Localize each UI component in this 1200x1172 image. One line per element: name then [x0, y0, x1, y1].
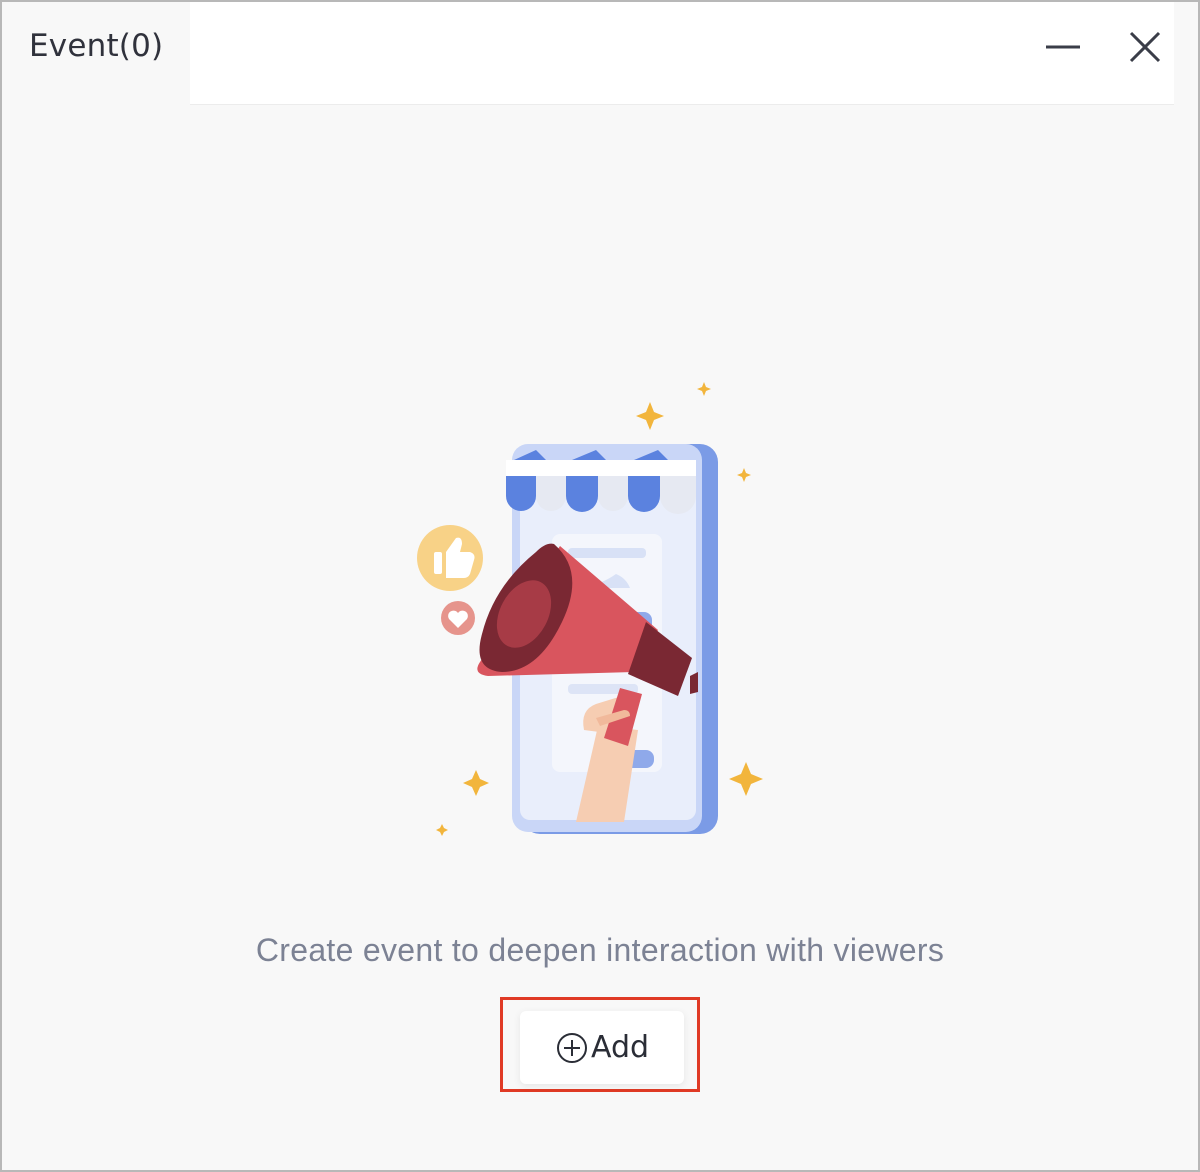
tab-title: Event(0) [29, 28, 164, 64]
event-window: Event(0) Create event to deepen interact… [0, 0, 1200, 1172]
empty-state-message: Create event to deepen interaction with … [255, 932, 945, 968]
add-button[interactable]: Add [520, 1011, 684, 1084]
tab-event[interactable]: Event(0) [2, 2, 190, 104]
plus-circle-icon [556, 1032, 587, 1063]
close-icon [1129, 31, 1161, 63]
header-bar [190, 2, 1174, 105]
add-button-label: Add [590, 1030, 650, 1065]
minimize-icon [1046, 45, 1080, 49]
thumbs-up-icon [417, 525, 483, 591]
minimize-button[interactable] [1038, 22, 1088, 72]
heart-icon [441, 601, 475, 635]
megaphone-store-illustration [417, 382, 763, 836]
close-button[interactable] [1120, 22, 1170, 72]
